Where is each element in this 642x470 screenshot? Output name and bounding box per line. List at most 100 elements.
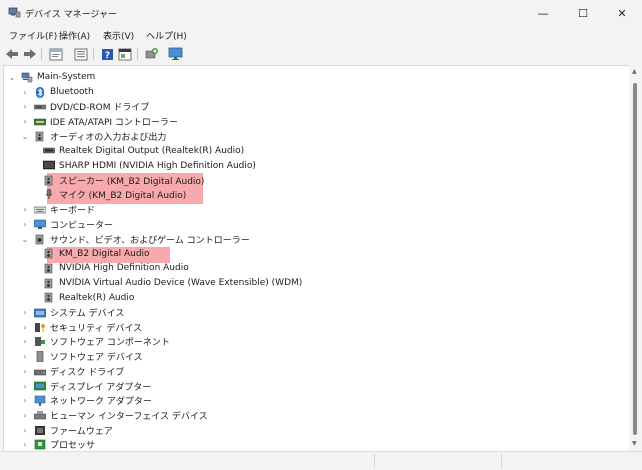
back-button[interactable]: [4, 46, 20, 62]
tree-item[interactable]: Realtek(R) Audio: [34, 291, 134, 306]
chevron-right-icon[interactable]: ›: [21, 323, 29, 332]
tree-item[interactable]: › プロセッサ: [21, 438, 96, 452]
tree-item-label: DVD/CD-ROM ドライブ: [50, 103, 150, 114]
hid-icon: [34, 410, 46, 420]
tree-item[interactable]: › コンピューター: [21, 217, 113, 232]
chevron-right-icon[interactable]: ›: [21, 308, 29, 317]
root-label: Main-System: [37, 72, 96, 83]
scroll-down-icon[interactable]: ▼: [632, 440, 637, 447]
svg-text:?: ?: [104, 51, 109, 61]
chevron-right-icon[interactable]: ›: [21, 426, 29, 435]
scan-hardware-button[interactable]: [168, 46, 184, 62]
ide-controller-icon: [34, 118, 46, 126]
tree-item[interactable]: ⌄ オーディオの入力および出力: [21, 129, 166, 144]
chevron-right-icon[interactable]: ›: [21, 205, 29, 214]
tree-item[interactable]: › IDE ATA/ATAPI コントローラー: [21, 114, 178, 129]
status-bar: [0, 451, 642, 470]
display-adapter-icon: [34, 381, 46, 390]
tree-item-label: システム デバイス: [50, 309, 125, 320]
scroll-up-icon[interactable]: ▲: [632, 68, 637, 75]
tree-item[interactable]: › キーボード: [21, 202, 95, 217]
tree-item[interactable]: › セキュリティ デバイス: [21, 320, 142, 335]
tree-item[interactable]: › ソフトウェア デバイス: [21, 349, 143, 364]
tree-item[interactable]: NVIDIA High Definition Audio: [34, 261, 189, 276]
tree-item-label: コンピューター: [50, 220, 114, 231]
speaker-icon: [35, 131, 44, 141]
chevron-right-icon[interactable]: ›: [21, 102, 29, 111]
update-driver-button[interactable]: [143, 46, 159, 62]
forward-button[interactable]: [22, 46, 38, 62]
menu-bar: ファイル(F) 操作(A) 表示(V) ヘルプ(H): [0, 26, 642, 43]
properties-button[interactable]: [48, 46, 64, 62]
tree-item[interactable]: SHARP HDMI (NVIDIA High Definition Audio…: [34, 158, 256, 173]
window-title: デバイス マネージャー: [25, 10, 117, 20]
tree-item[interactable]: NVIDIA Virtual Audio Device (Wave Extens…: [34, 276, 302, 291]
details-button[interactable]: [117, 46, 133, 62]
chevron-down-icon[interactable]: ⌄: [8, 73, 16, 82]
menu-action[interactable]: 操作(A): [59, 29, 90, 42]
sound-controller-icon: [35, 234, 44, 244]
help-icon: ?: [101, 48, 113, 61]
tree-item-label: ネットワーク アダプター: [50, 397, 152, 408]
chevron-right-icon[interactable]: ›: [21, 337, 29, 346]
details-icon: [118, 48, 132, 60]
tree-item-label: ヒューマン インターフェイス デバイス: [50, 411, 208, 422]
menu-help[interactable]: ヘルプ(H): [146, 29, 187, 42]
properties-icon: [49, 48, 63, 60]
tree-item[interactable]: › システム デバイス: [21, 305, 124, 320]
chevron-right-icon[interactable]: ›: [21, 440, 29, 449]
tree-item[interactable]: KM_B2 Digital Audio: [34, 246, 150, 261]
chevron-right-icon[interactable]: ›: [21, 411, 29, 420]
maximize-button[interactable]: ☐: [563, 0, 603, 26]
chevron-right-icon[interactable]: ›: [21, 396, 29, 405]
maximize-icon: ☐: [578, 6, 588, 20]
tree-item[interactable]: › DVD/CD-ROM ドライブ: [21, 99, 149, 114]
tree-item[interactable]: スピーカー (KM_B2 Digital Audio): [34, 173, 204, 188]
tree-item-label: マイク (KM_B2 Digital Audio): [59, 191, 187, 202]
chevron-right-icon[interactable]: ›: [21, 117, 29, 126]
menu-file[interactable]: ファイル(F): [9, 29, 57, 42]
tree-item-label: KM_B2 Digital Audio: [59, 248, 150, 259]
tree-root[interactable]: ⌄ Main-System: [8, 70, 96, 85]
help-button[interactable]: ?: [99, 46, 115, 62]
scroll-thumb[interactable]: [633, 83, 637, 435]
speaker-icon: [44, 278, 53, 288]
device-list-button[interactable]: [73, 46, 89, 62]
chevron-right-icon[interactable]: ›: [21, 382, 29, 391]
menu-view[interactable]: 表示(V): [103, 29, 134, 42]
tree-item[interactable]: › ネットワーク アダプター: [21, 393, 152, 408]
chevron-right-icon[interactable]: ›: [21, 220, 29, 229]
update-driver-icon: [145, 48, 158, 59]
security-key-icon: [35, 322, 45, 332]
tree-item[interactable]: › ディスク ドライブ: [21, 364, 124, 379]
toolbar: ?: [0, 43, 642, 65]
digital-output-icon: [43, 148, 55, 154]
tree-item[interactable]: › ディスプレイ アダプター: [21, 379, 151, 394]
vertical-scrollbar[interactable]: ▲ ▼: [629, 65, 642, 450]
tree-item[interactable]: › ファームウェア: [21, 423, 113, 438]
tree-item[interactable]: ⌄ サウンド、ビデオ、およびゲーム コントローラー: [21, 232, 250, 247]
back-arrow-icon: [6, 49, 18, 59]
computer-tree-icon: [21, 72, 33, 83]
device-manager-icon: [8, 7, 21, 18]
tree-item-label: スピーカー (KM_B2 Digital Audio): [59, 176, 205, 187]
forward-arrow-icon: [24, 49, 36, 59]
tree-item[interactable]: Realtek Digital Output (Realtek(R) Audio…: [34, 144, 244, 159]
tree-item-label: プロセッサ: [50, 441, 96, 452]
chevron-down-icon[interactable]: ⌄: [21, 235, 29, 244]
chevron-right-icon[interactable]: ›: [21, 88, 29, 97]
chevron-right-icon[interactable]: ›: [21, 352, 29, 361]
tree-item[interactable]: › ソフトウェア コンポーネント: [21, 335, 170, 350]
tree-item-label: オーディオの入力および出力: [50, 132, 167, 143]
tree-item[interactable]: › Bluetooth: [21, 85, 94, 100]
monitor-icon: [168, 47, 183, 60]
tree-item[interactable]: マイク (KM_B2 Digital Audio): [34, 188, 186, 203]
device-tree: ⌄ Main-System › Bluetooth › DVD/CD-ROM ドライブ…: [3, 65, 630, 452]
computer-icon: [34, 219, 46, 229]
minimize-button[interactable]: —: [523, 0, 563, 26]
close-button[interactable]: ✕: [602, 0, 642, 26]
chevron-down-icon[interactable]: ⌄: [21, 132, 29, 141]
tree-item[interactable]: › ヒューマン インターフェイス デバイス: [21, 408, 208, 423]
chevron-right-icon[interactable]: ›: [21, 367, 29, 376]
keyboard-icon: [34, 206, 46, 214]
